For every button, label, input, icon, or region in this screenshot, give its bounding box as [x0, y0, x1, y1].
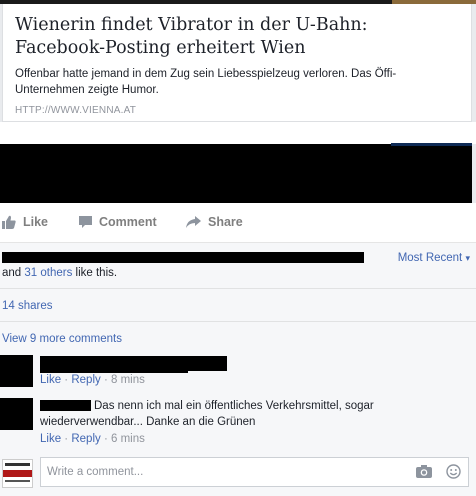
comment-time[interactable]: 8 mins — [111, 374, 145, 386]
comment-like-link[interactable]: Like — [40, 433, 61, 445]
chevron-down-icon: ▾ — [465, 253, 470, 263]
comment-meta: Like · Reply · 8 mins — [40, 374, 145, 386]
comment-label: Comment — [99, 215, 157, 229]
redacted-names — [2, 252, 364, 263]
shares-link[interactable]: 14 shares — [2, 300, 53, 312]
sort-label: Most Recent — [397, 252, 463, 264]
view-more-comments[interactable]: View 9 more comments — [2, 333, 122, 345]
smiley-icon[interactable] — [446, 464, 461, 484]
logo-band — [5, 480, 30, 482]
comment-like-link[interactable]: Like — [40, 374, 61, 386]
comment-button[interactable]: Comment — [79, 215, 157, 229]
comment-placeholder: Write a comment... — [47, 466, 144, 478]
comment-input[interactable]: Write a comment... — [40, 457, 469, 487]
divider — [0, 288, 476, 289]
action-bar: Like Comment Share — [0, 203, 476, 243]
comment-icon — [79, 216, 92, 228]
divider — [0, 321, 476, 322]
others-link[interactable]: 31 others — [24, 267, 72, 279]
likes-suffix: like this. — [72, 267, 118, 279]
separator: · — [100, 374, 111, 386]
comment-text: Das nenn ich mal ein öffentliches Verkeh… — [40, 400, 374, 428]
redacted-block-tab — [391, 143, 472, 146]
separator: · — [61, 433, 72, 445]
sort-dropdown[interactable]: Most Recent ▾ — [398, 252, 470, 264]
separator: · — [100, 433, 111, 445]
comment-reply-link[interactable]: Reply — [71, 433, 100, 445]
spacer — [0, 122, 476, 144]
like-label: Like — [23, 215, 49, 229]
redacted-block — [0, 143, 472, 203]
link-preview-card[interactable]: Wienerin findet Vibrator in der U-Bahn: … — [2, 4, 472, 122]
avatar[interactable] — [0, 355, 33, 387]
camera-icon[interactable] — [416, 464, 432, 483]
logo-band — [3, 470, 32, 477]
share-button[interactable]: Share — [186, 215, 243, 229]
likes-summary: and 31 others like this. — [2, 267, 117, 279]
avatar[interactable] — [0, 398, 33, 430]
comments-section: and 31 others like this. Most Recent ▾ 1… — [0, 243, 476, 496]
comment-reply-link[interactable]: Reply — [71, 374, 100, 386]
separator: · — [61, 374, 72, 386]
share-icon — [186, 216, 201, 228]
like-button[interactable]: Like — [2, 215, 48, 229]
likes-prefix: and — [2, 267, 25, 279]
link-title[interactable]: Wienerin findet Vibrator in der U-Bahn: … — [15, 14, 455, 60]
vienna-online-logo — [2, 459, 33, 488]
comment-time[interactable]: 6 mins — [111, 433, 145, 445]
link-description: Offenbar hatte jemand in dem Zug sein Li… — [15, 68, 397, 96]
logo-band — [5, 463, 30, 466]
comment-meta: Like · Reply · 6 mins — [40, 433, 145, 445]
share-label: Share — [208, 215, 243, 229]
thumbs-up-icon — [2, 215, 16, 229]
link-domain: HTTP://WWW.VIENNA.AT — [15, 105, 137, 116]
redacted-comment — [40, 364, 188, 373]
